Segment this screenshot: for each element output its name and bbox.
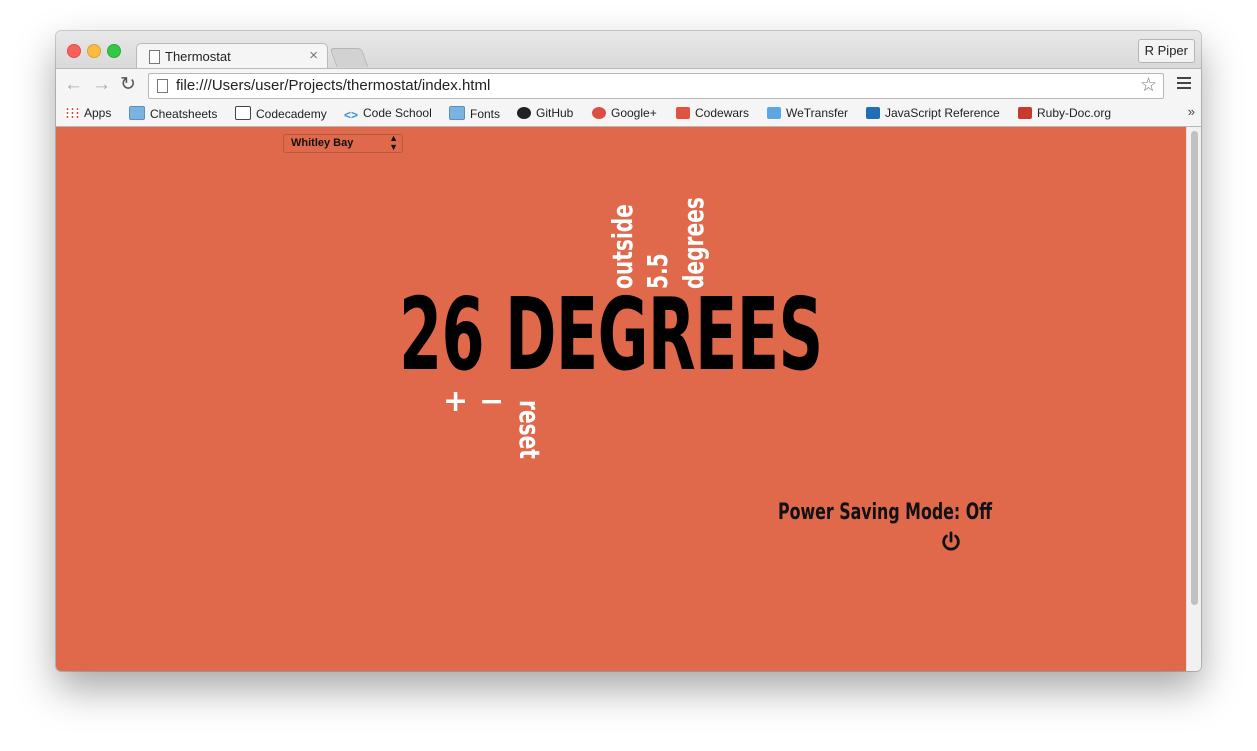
- minimize-window-button[interactable]: [87, 44, 101, 58]
- tab-thermostat[interactable]: Thermostat ×: [136, 43, 328, 70]
- page-icon: [157, 79, 168, 93]
- bookmark-github[interactable]: GitHub: [517, 106, 573, 120]
- codewars-icon: [676, 107, 690, 119]
- bookmark-codewars[interactable]: Codewars: [676, 106, 749, 120]
- profile-button[interactable]: R Piper: [1137, 39, 1195, 63]
- javascript-reference-icon: [866, 107, 880, 119]
- bookmark-javascript-reference[interactable]: JavaScript Reference: [866, 106, 1000, 120]
- bookmark-star-icon[interactable]: ☆: [1140, 74, 1157, 97]
- wetransfer-icon: [767, 107, 781, 119]
- google-plus-icon: [592, 107, 606, 119]
- zoom-window-button[interactable]: [107, 44, 121, 58]
- forward-button[interactable]: →: [92, 73, 111, 97]
- bookmark-apps[interactable]: Apps: [65, 106, 111, 120]
- bookmark-google-plus[interactable]: Google+: [592, 106, 657, 120]
- ruby-doc-icon: [1018, 107, 1032, 119]
- bookmarks-overflow-button[interactable]: »: [1188, 104, 1195, 119]
- close-window-button[interactable]: [67, 44, 81, 58]
- back-button[interactable]: ←: [64, 73, 83, 97]
- folder-icon: [129, 106, 145, 120]
- tab-strip: Thermostat × R Piper: [56, 31, 1201, 70]
- bookmark-fonts[interactable]: Fonts: [449, 106, 500, 121]
- temperature-display: 26 DEGREES: [399, 276, 823, 393]
- increase-button[interactable]: +: [443, 387, 468, 417]
- page-content: Whitley Bay ▲ ▼ outside 5.5 degrees 26 DE…: [56, 127, 1186, 671]
- power-icon[interactable]: [940, 531, 962, 553]
- github-icon: [517, 107, 531, 119]
- browser-window: Thermostat × R Piper ← → ↻ file:///Users…: [56, 31, 1201, 671]
- reset-button[interactable]: reset: [513, 400, 546, 459]
- page-icon: [149, 50, 160, 64]
- city-select-value: Whitley Bay: [291, 137, 354, 149]
- address-bar[interactable]: file:///Users/user/Projects/thermostat/i…: [148, 73, 1164, 99]
- apps-icon: [65, 107, 79, 119]
- url-text[interactable]: file:///Users/user/Projects/thermostat/i…: [176, 77, 490, 94]
- code-icon: <>: [344, 108, 359, 122]
- menu-icon[interactable]: [1177, 77, 1191, 92]
- bookmarks-bar: Apps Cheatsheets Codecademy <> Code Schoo…: [56, 101, 1201, 127]
- select-arrows-icon: ▲ ▼: [389, 133, 398, 152]
- bookmark-code-school[interactable]: <> Code School: [344, 106, 432, 122]
- tab-title: Thermostat: [165, 49, 231, 64]
- codecademy-icon: [235, 106, 251, 120]
- scrollbar-thumb[interactable]: [1191, 131, 1198, 605]
- bookmark-wetransfer[interactable]: WeTransfer: [767, 106, 848, 120]
- reload-button[interactable]: ↻: [120, 73, 136, 97]
- bookmark-codecademy[interactable]: Codecademy: [235, 106, 327, 121]
- power-saving-status: Power Saving Mode: Off: [778, 500, 993, 525]
- folder-icon: [449, 106, 465, 120]
- decrease-button[interactable]: −: [479, 387, 504, 417]
- toolbar: ← → ↻ file:///Users/user/Projects/thermo…: [56, 68, 1201, 102]
- new-tab-button[interactable]: [329, 48, 369, 67]
- bookmark-cheatsheets[interactable]: Cheatsheets: [129, 106, 217, 121]
- vertical-scrollbar[interactable]: [1186, 127, 1201, 671]
- bookmark-ruby-doc[interactable]: Ruby-Doc.org: [1018, 106, 1111, 120]
- tab-close-icon[interactable]: ×: [309, 47, 318, 64]
- city-select[interactable]: Whitley Bay ▲ ▼: [283, 134, 403, 153]
